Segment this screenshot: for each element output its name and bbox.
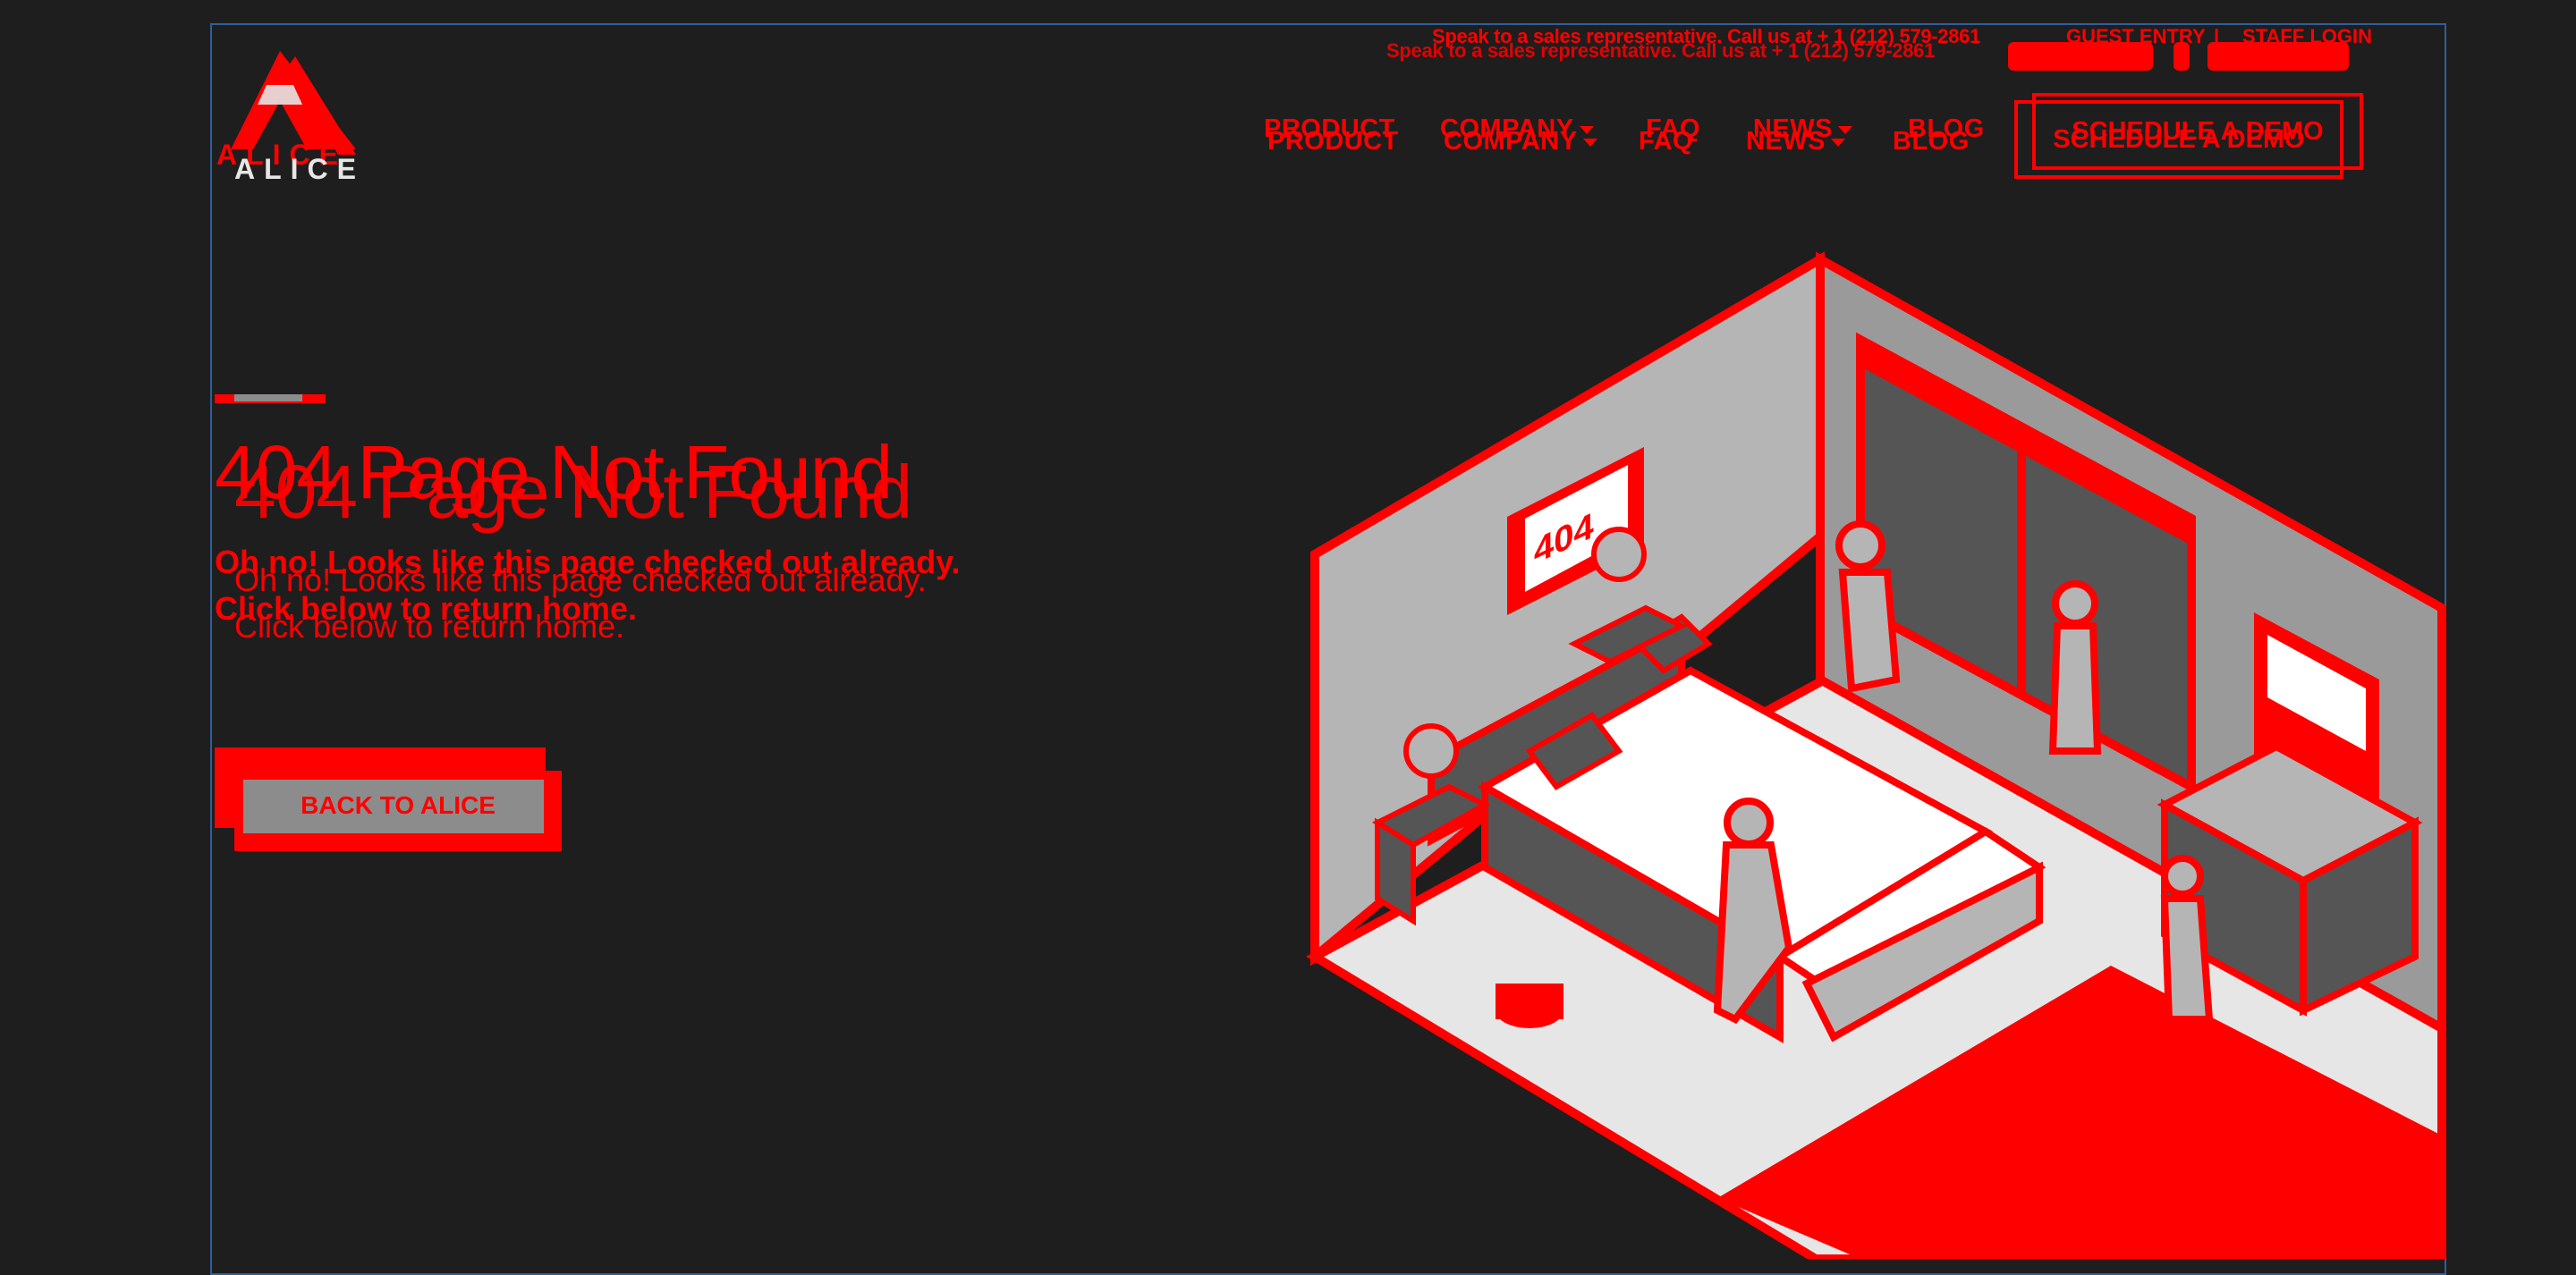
alice-logo[interactable]: ALICE ALICE <box>213 49 365 185</box>
nav-company-shadow-label: COMPANY <box>1444 127 1578 156</box>
nav-faq-shadow: FAQ <box>1639 127 1694 156</box>
nav-news-shadow-label: NEWS <box>1746 127 1826 156</box>
caret-down-icon <box>1582 138 1597 147</box>
nav-blog-shadow: BLOG <box>1893 127 1970 156</box>
sales-text: Speak to a sales representative. Call us… <box>1432 25 1981 47</box>
hotel-room-icon: 404 <box>1305 251 2446 1263</box>
schedule-demo-button-shadow: SCHEDULE A DEMO <box>2014 100 2343 179</box>
staff-login-button-shadow[interactable] <box>2207 42 2349 71</box>
hotel-room-illustration: 404 <box>1305 250 2451 1263</box>
logo-text: ALICE <box>234 153 365 185</box>
separator-shadow <box>2174 42 2190 71</box>
back-to-alice-button-shadow: BACK TO ALICE <box>234 771 562 851</box>
message-line-2-shadow: Click below to return home. <box>234 608 625 645</box>
caret-down-icon <box>1831 138 1845 147</box>
title-accent-bar-inner <box>234 394 302 401</box>
back-button-shadow-label: BACK TO ALICE <box>301 791 496 819</box>
nav-product-shadow: PRODUCT <box>1267 127 1399 156</box>
guest-entry-button-shadow[interactable] <box>2008 42 2153 71</box>
nav-news-shadow: NEWS <box>1746 127 1845 156</box>
nav-company-shadow: COMPANY <box>1444 127 1597 156</box>
page-title-shadow: 404 Page Not Found <box>234 450 912 534</box>
